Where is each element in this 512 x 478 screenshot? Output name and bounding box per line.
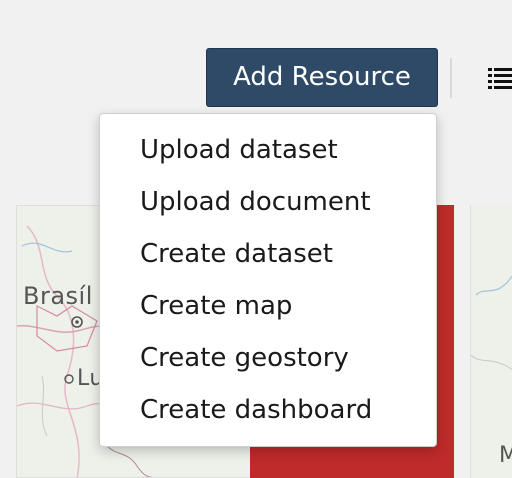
list-view-button[interactable] [476,58,512,98]
resource-toolbar: Add Resource [0,0,512,110]
list-icon [488,68,512,89]
menu-item-create-dataset[interactable]: Create dataset [100,228,436,280]
menu-item-upload-document[interactable]: Upload document [100,176,436,228]
map-place-label: M [499,443,512,468]
menu-item-create-map[interactable]: Create map [100,280,436,332]
menu-item-create-dashboard[interactable]: Create dashboard [100,384,436,436]
map-place-label: Brasíl [23,282,93,310]
menu-item-upload-dataset[interactable]: Upload dataset [100,124,436,176]
toolbar-divider [450,58,452,98]
map-thumbnail [471,275,512,370]
resource-card-map-2[interactable]: M [470,205,512,478]
add-resource-dropdown: Upload dataset Upload document Create da… [99,113,437,447]
add-resource-button[interactable]: Add Resource [206,48,438,107]
menu-item-create-geostory[interactable]: Create geostory [100,332,436,384]
